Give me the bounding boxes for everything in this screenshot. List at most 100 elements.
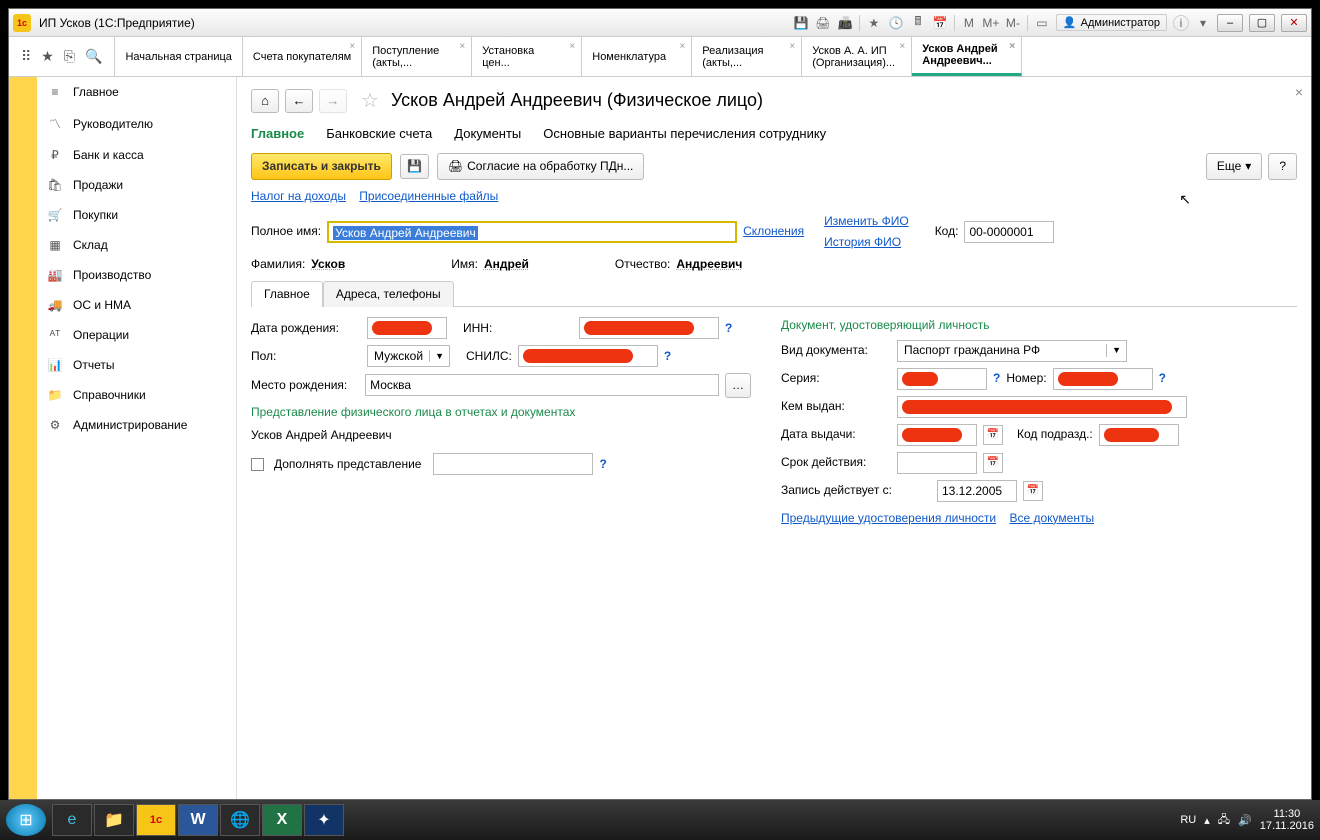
subtab-bank[interactable]: Банковские счета: [326, 125, 432, 143]
snils-input[interactable]: [518, 345, 658, 367]
consent-button[interactable]: 🖨Согласие на обработку ПДн...: [437, 153, 644, 180]
history-fio-link[interactable]: История ФИО: [824, 234, 909, 251]
sex-select[interactable]: Мужской▼: [367, 345, 450, 367]
mplus-icon[interactable]: M+: [983, 15, 999, 31]
tab-person[interactable]: Усков АндрейАндреевич...×: [912, 37, 1022, 76]
info-icon[interactable]: i: [1173, 15, 1189, 31]
calendar-icon[interactable]: 📅: [983, 425, 1003, 445]
taskbar-app[interactable]: ✦: [304, 804, 344, 836]
tab-close-icon[interactable]: ×: [679, 41, 685, 52]
sidebar-item-reports[interactable]: 📊Отчеты: [37, 350, 236, 380]
extend-repr-input[interactable]: [433, 453, 593, 475]
calc2-icon[interactable]: 🖩: [910, 15, 926, 31]
more-button[interactable]: Еще ▾: [1206, 153, 1262, 180]
save-close-button[interactable]: Записать и закрыть: [251, 153, 392, 180]
help-icon[interactable]: ?: [993, 370, 1000, 387]
print-icon[interactable]: 🖨: [815, 15, 831, 31]
sidebar-item-admin[interactable]: ⚙Администрирование: [37, 410, 236, 440]
tax-link[interactable]: Налог на доходы: [251, 189, 346, 203]
issue-date-input[interactable]: [897, 424, 977, 446]
subtab-main[interactable]: Главное: [251, 125, 304, 143]
change-fio-link[interactable]: Изменить ФИО: [824, 213, 909, 230]
save-button[interactable]: 💾: [400, 154, 429, 179]
number-input[interactable]: [1053, 368, 1153, 390]
inn-input[interactable]: [579, 317, 719, 339]
tab-close-icon[interactable]: ×: [1009, 41, 1015, 52]
fav-icon[interactable]: ★: [41, 48, 54, 65]
star-icon[interactable]: ★: [866, 15, 882, 31]
tab-close-icon[interactable]: ×: [789, 41, 795, 52]
subtab-docs[interactable]: Документы: [454, 125, 521, 143]
dob-input[interactable]: [367, 317, 447, 339]
sidebar-item-manager[interactable]: 〽Руководителю: [37, 107, 236, 140]
apps-icon[interactable]: ⠿: [21, 48, 31, 65]
tab-close-icon[interactable]: ×: [899, 41, 905, 52]
sidebar-item-bank[interactable]: ₽Банк и касса: [37, 140, 236, 170]
forward-button[interactable]: →: [319, 89, 347, 113]
lookup-button[interactable]: …: [725, 373, 751, 398]
start-button[interactable]: ⊞: [6, 804, 46, 836]
taskbar-explorer[interactable]: 📁: [94, 804, 134, 836]
tab2-main[interactable]: Главное: [251, 281, 323, 307]
taskbar-1c[interactable]: 1c: [136, 804, 176, 836]
window-icon[interactable]: ▭: [1034, 15, 1050, 31]
maximize-button[interactable]: ▢: [1249, 14, 1275, 32]
taskbar-word[interactable]: W: [178, 804, 218, 836]
effective-input[interactable]: [937, 480, 1017, 502]
taskbar-excel[interactable]: X: [262, 804, 302, 836]
page-close-icon[interactable]: ×: [1295, 83, 1303, 103]
admin-button[interactable]: 👤Администратор: [1056, 14, 1167, 31]
all-docs-link[interactable]: Все документы: [1009, 511, 1094, 525]
minimize-button[interactable]: –: [1217, 14, 1243, 32]
home-button[interactable]: ⌂: [251, 89, 279, 113]
code-input[interactable]: [964, 221, 1054, 243]
issued-by-input[interactable]: [897, 396, 1187, 418]
mminus-icon[interactable]: M-: [1005, 15, 1021, 31]
close-button[interactable]: ✕: [1281, 14, 1307, 32]
tab-nomenclature[interactable]: Номенклатура×: [582, 37, 692, 76]
help-icon[interactable]: ?: [1159, 370, 1166, 387]
tab-realization[interactable]: Реализация(акты,...×: [692, 37, 802, 76]
sidebar-item-warehouse[interactable]: ▦Склад: [37, 230, 236, 260]
help-icon[interactable]: ?: [664, 348, 671, 365]
sidebar-item-assets[interactable]: 🚚ОС и НМА: [37, 290, 236, 320]
prev-docs-link[interactable]: Предыдущие удостоверения личности: [781, 511, 996, 525]
tray-sound-icon[interactable]: 🔊: [1238, 814, 1252, 827]
calendar-icon[interactable]: 📅: [1023, 481, 1043, 501]
clock-icon[interactable]: 🕓: [888, 15, 904, 31]
declension-link[interactable]: Склонения: [743, 223, 804, 240]
sidebar-item-purchases[interactable]: 🛒Покупки: [37, 200, 236, 230]
tray-lang[interactable]: RU: [1180, 814, 1196, 826]
series-input[interactable]: [897, 368, 987, 390]
taskbar-chrome[interactable]: 🌐: [220, 804, 260, 836]
tab-close-icon[interactable]: ×: [349, 41, 355, 52]
tab2-addresses[interactable]: Адреса, телефоны: [323, 281, 454, 307]
save-icon[interactable]: 💾: [793, 15, 809, 31]
calc-icon[interactable]: 📠: [837, 15, 853, 31]
tab-receipt[interactable]: Поступление(акты,...×: [362, 37, 472, 76]
dropdown-icon[interactable]: ▾: [1195, 15, 1211, 31]
tab-close-icon[interactable]: ×: [459, 41, 465, 52]
nav-icon[interactable]: ⎘: [64, 48, 75, 65]
sidebar-item-operations[interactable]: ᴬᵀОперации: [37, 320, 236, 350]
birthplace-input[interactable]: [365, 374, 719, 396]
back-button[interactable]: ←: [285, 89, 313, 113]
fullname-input[interactable]: Усков Андрей Андреевич: [327, 221, 737, 243]
search-icon[interactable]: 🔍: [85, 48, 102, 65]
tab-invoices[interactable]: Счета покупателям×: [243, 37, 362, 76]
tab-close-icon[interactable]: ×: [569, 41, 575, 52]
star-outline-icon[interactable]: ☆: [361, 87, 379, 115]
sidebar-item-catalogs[interactable]: 📁Справочники: [37, 380, 236, 410]
tab-prices[interactable]: Установкацен...×: [472, 37, 582, 76]
tray-clock[interactable]: 11:30 17.11.2016: [1260, 808, 1314, 832]
calendar-icon[interactable]: 📅: [983, 453, 1003, 473]
calendar-icon[interactable]: 📅: [932, 15, 948, 31]
help-button[interactable]: ?: [1268, 153, 1297, 180]
help-icon[interactable]: ?: [599, 456, 606, 473]
tray-network-icon[interactable]: 🖧: [1218, 811, 1230, 830]
sidebar-item-main[interactable]: ≡Главное: [37, 77, 236, 107]
subtab-payments[interactable]: Основные варианты перечисления сотрудник…: [543, 125, 826, 143]
tab-start[interactable]: Начальная страница: [115, 37, 242, 76]
tray-flag-icon[interactable]: ▴: [1204, 814, 1210, 827]
help-icon[interactable]: ?: [725, 320, 732, 337]
